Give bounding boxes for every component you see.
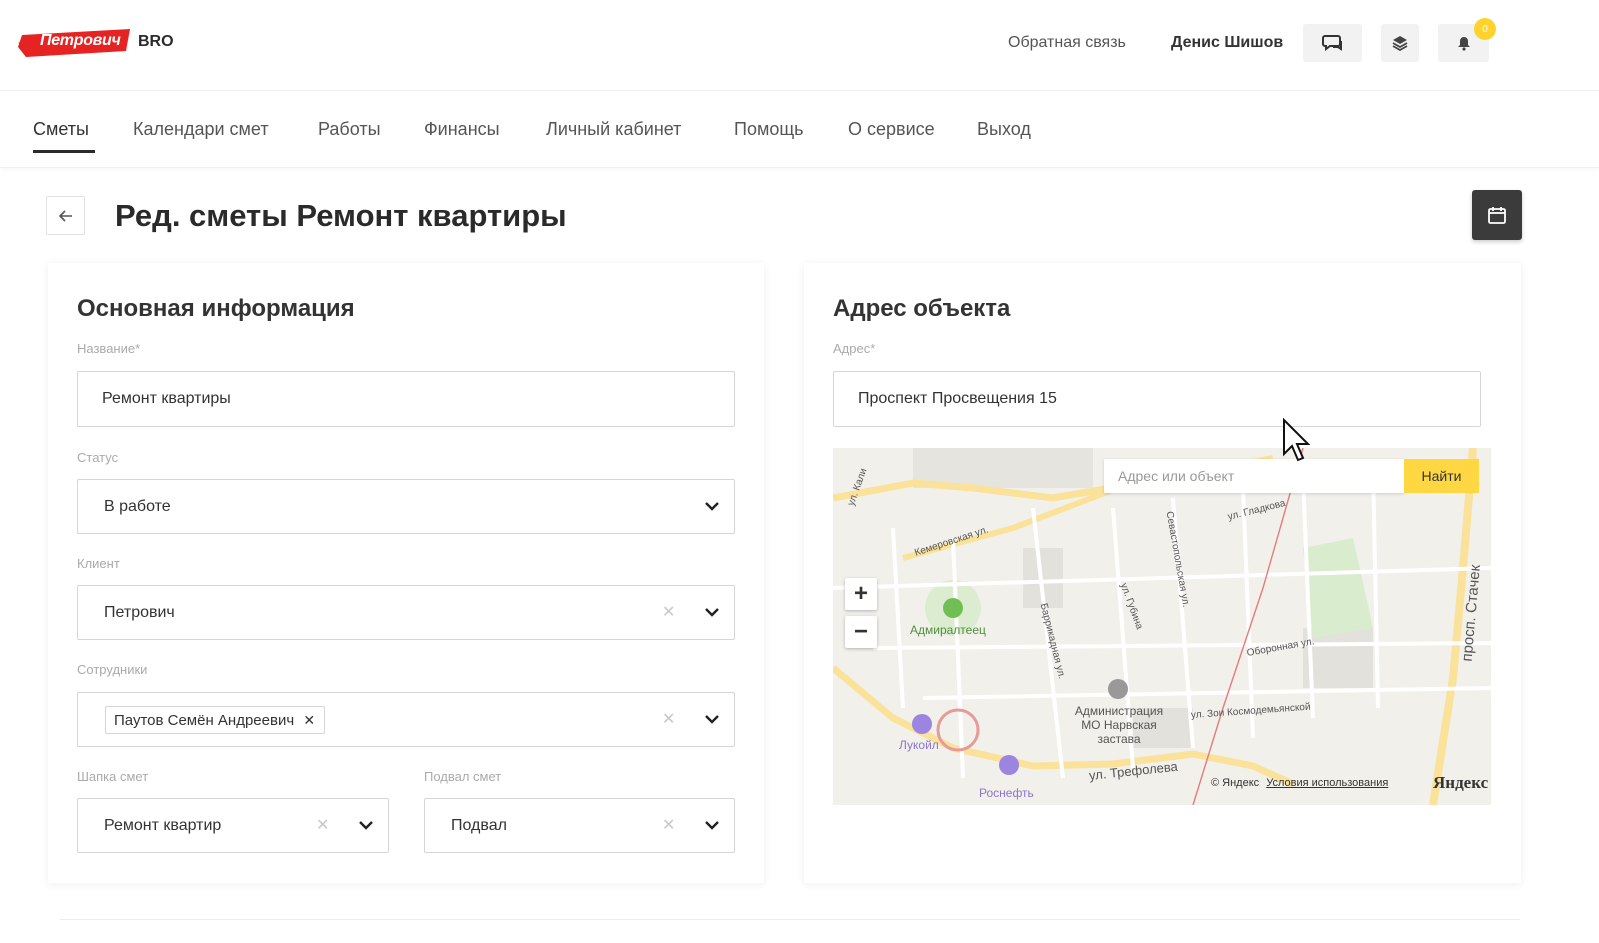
estimate-footer-value: Подвал [451,817,507,834]
client-clear-icon[interactable]: ✕ [662,602,675,622]
page-title: Ред. сметы Ремонт квартиры [115,198,567,233]
calendar-button[interactable] [1472,190,1522,240]
yandex-map[interactable]: Кемеровская ул. ул. Гладкова Севастополь… [833,448,1491,805]
chevron-down-icon [359,821,373,830]
map-find-button[interactable]: Найти [1404,459,1479,493]
feedback-link[interactable]: Обратная связь [1008,34,1126,52]
employees-label: Сотрудники [77,662,148,677]
page-divider [60,919,1520,920]
notification-count-badge: 0 [1474,18,1496,40]
logo-text: Петрович [40,32,121,49]
estimate-header-value: Ремонт квартир [104,817,222,834]
calendar-icon [1488,207,1506,224]
name-input[interactable]: Ремонт квартиры [77,371,735,427]
estimate-footer-select[interactable]: Подвал ✕ [424,798,735,853]
map-search-input[interactable]: Адрес или объект [1104,459,1404,493]
nav-item-finance[interactable]: Финансы [424,119,500,140]
plus-icon: + [853,580,868,607]
status-value: В работе [104,498,171,515]
nav-item-estimates[interactable]: Сметы [33,119,89,140]
employees-clear-icon[interactable]: ✕ [662,709,675,729]
status-label: Статус [77,450,119,465]
name-label: Название* [77,341,141,356]
client-value: Петрович [104,604,175,621]
employees-select[interactable]: Паутов Семён Андреевич ✕ ✕ [77,692,735,747]
map-search-placeholder: Адрес или объект [1118,468,1235,484]
user-name[interactable]: Денис Шишов [1171,34,1283,52]
chevron-down-icon [705,502,719,511]
back-button[interactable] [46,196,85,235]
chevron-down-icon [705,821,719,830]
logo-badge: Петрович [18,25,134,59]
brand-logo[interactable]: Петрович BRO [18,24,174,60]
client-label: Клиент [77,556,120,571]
nav-active-indicator [33,150,95,153]
estimate-header-label: Шапка смет [77,769,149,784]
map-copyright-text: © Яндекс [1211,777,1260,789]
app-header: Петрович BRO Обратная связь Денис Шишов … [0,0,1599,91]
address-card: Адрес объекта Адрес* Проспект Просвещени… [804,263,1521,883]
zoom-out-button[interactable]: − [845,616,877,648]
layers-icon [1392,36,1408,51]
client-select[interactable]: Петрович ✕ [77,585,735,640]
estimate-footer-clear-icon[interactable]: ✕ [662,815,675,835]
nav-item-account[interactable]: Личный кабинет [546,119,681,140]
map-copyright: © Яндекс Условия использования [1211,777,1388,789]
logo-suffix: BRO [138,33,174,50]
nav-item-help[interactable]: Помощь [734,119,804,140]
status-select[interactable]: В работе [77,479,735,534]
address-input[interactable]: Проспект Просвещения 15 [833,371,1481,427]
nav-item-about[interactable]: О сервисе [848,119,935,140]
name-value: Ремонт квартиры [102,390,231,407]
estimate-header-select[interactable]: Ремонт квартир ✕ [77,798,389,853]
estimate-header-clear-icon[interactable]: ✕ [316,815,329,835]
mouse-cursor-icon [1283,418,1311,462]
minus-icon: − [853,618,868,645]
main-nav: Сметы Календари смет Работы Финансы Личн… [0,91,1599,168]
nav-item-works[interactable]: Работы [318,119,381,140]
nav-item-calendars[interactable]: Календари смет [133,119,269,140]
chat-button[interactable] [1303,24,1362,62]
address-title: Адрес объекта [833,295,1011,322]
zoom-in-button[interactable]: + [845,578,877,610]
bell-icon [1457,37,1470,51]
chevron-down-icon [705,715,719,724]
estimate-footer-label: Подвал смет [424,769,502,784]
poi-label: Роснефть [979,786,1034,800]
employee-chip-label: Паутов Семён Андреевич [114,711,295,729]
address-value: Проспект Просвещения 15 [858,390,1057,407]
yandex-logo: Яндекс [1433,773,1489,792]
employee-chip: Паутов Семён Андреевич ✕ [105,706,326,734]
poi-label: Лукойл [899,738,939,752]
layers-button[interactable] [1381,24,1419,62]
map-terms-link[interactable]: Условия использования [1266,777,1388,789]
poi-label: Администрация МО Нарвская застава [1074,704,1164,746]
main-info-card: Основная информация Название* Ремонт ква… [48,263,764,883]
remove-chip-icon[interactable]: ✕ [303,712,315,729]
arrow-left-icon [58,209,72,222]
chat-icon [1321,35,1342,51]
poi-label: Адмиралтеец [910,623,986,637]
main-info-title: Основная информация [77,295,355,322]
address-label: Адрес* [833,341,876,356]
nav-item-logout[interactable]: Выход [977,119,1031,140]
chevron-down-icon [705,608,719,617]
